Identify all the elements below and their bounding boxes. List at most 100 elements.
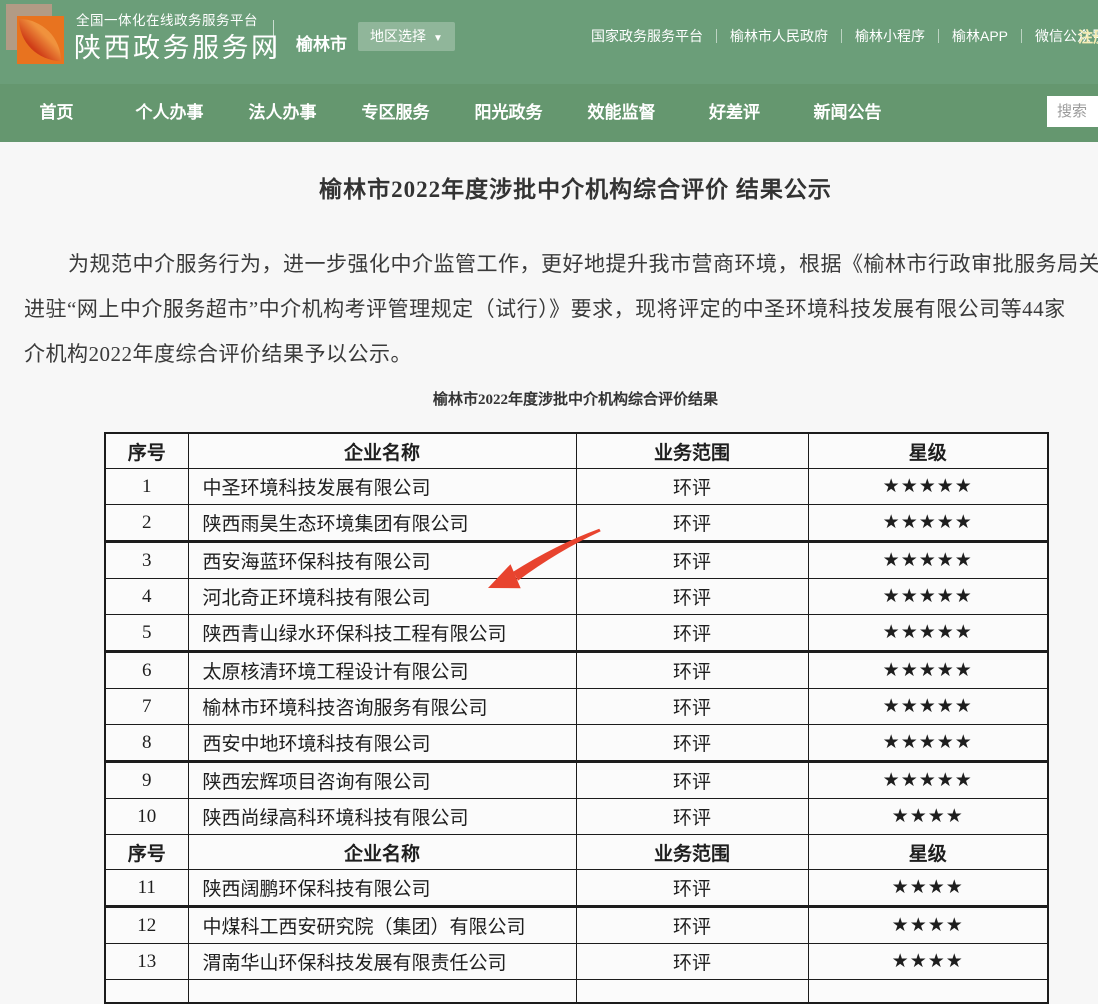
company-name: 河北奇正环境科技有限公司 — [188, 579, 576, 615]
header-divider — [273, 20, 274, 58]
star-rating: ★★★★ — [808, 870, 1048, 907]
table-row: 12中煤科工西安研究院（集团）有限公司环评★★★★ — [105, 907, 1048, 944]
top-link-4[interactable]: 榆林APP — [939, 26, 1021, 46]
company-name: 西安海蓝环保科技有限公司 — [188, 542, 576, 579]
business-scope: 环评 — [576, 799, 808, 835]
column-header: 序号 — [105, 433, 188, 469]
table-row: 11陕西阔鹏环保科技有限公司环评★★★★ — [105, 870, 1048, 907]
business-scope: 环评 — [576, 615, 808, 652]
nav-item-7[interactable]: 好差评 — [678, 84, 791, 142]
results-table-wrap: 序号企业名称业务范围星级1中圣环境科技发展有限公司环评★★★★★2陕西雨昊生态环… — [104, 432, 1047, 1004]
results-table: 序号企业名称业务范围星级1中圣环境科技发展有限公司环评★★★★★2陕西雨昊生态环… — [104, 432, 1049, 1004]
star-rating: ★★★★★ — [808, 505, 1048, 542]
star-rating: ★★★★ — [808, 907, 1048, 944]
row-number: 5 — [105, 615, 188, 652]
row-number: 12 — [105, 907, 188, 944]
company-name: 渭南华山环保科技发展有限责任公司 — [188, 944, 576, 980]
nav-item-6[interactable]: 效能监督 — [565, 84, 678, 142]
row-number: 8 — [105, 725, 188, 762]
star-rating: ★★★★ — [808, 944, 1048, 980]
table-row: 7榆林市环境科技咨询服务有限公司环评★★★★★ — [105, 689, 1048, 725]
table-header-row: 序号企业名称业务范围星级 — [105, 835, 1048, 870]
announcement-document: 榆林市2022年度涉批中介机构综合评价 结果公示 为规范中介服务行为，进一步强化… — [0, 142, 1098, 947]
register-link[interactable]: 注册 — [1078, 26, 1098, 47]
row-number: 9 — [105, 762, 188, 799]
company-name: 榆林市环境科技咨询服务有限公司 — [188, 689, 576, 725]
top-link-1[interactable]: 国家政务服务平台 — [578, 26, 716, 46]
results-table-body: 序号企业名称业务范围星级1中圣环境科技发展有限公司环评★★★★★2陕西雨昊生态环… — [105, 433, 1048, 1003]
paragraph-line: 进驻“网上中介服务超市”中介机构考评管理规定（试行）》要求，现将评定的中圣环境科… — [24, 287, 1098, 332]
top-link-2[interactable]: 榆林市人民政府 — [717, 26, 841, 46]
region-select-label: 地区选择 — [370, 28, 426, 44]
current-city-label: 榆林市 — [296, 30, 347, 55]
nav-item-3[interactable]: 法人办事 — [226, 84, 339, 142]
announcement-paragraph: 为规范中介服务行为，进一步强化中介监管工作，更好地提升我市营商环境，根据《榆林市… — [24, 242, 1098, 377]
table-row: 13渭南华山环保科技发展有限责任公司环评★★★★ — [105, 944, 1048, 980]
star-rating: ★★★★★ — [808, 725, 1048, 762]
business-scope: 环评 — [576, 762, 808, 799]
column-header: 业务范围 — [576, 433, 808, 469]
nav-item-5[interactable]: 阳光政务 — [452, 84, 565, 142]
site-name: 陕西政务服务网 — [74, 26, 281, 65]
logo-leaf-icon — [19, 19, 61, 61]
row-number: 3 — [105, 542, 188, 579]
company-name: 中煤科工西安研究院（集团）有限公司 — [188, 907, 576, 944]
business-scope: 环评 — [576, 469, 808, 505]
row-number: 2 — [105, 505, 188, 542]
site-logo-icon — [6, 4, 64, 64]
region-select-button[interactable]: 地区选择 ▼ — [358, 22, 455, 51]
business-scope: 环评 — [576, 505, 808, 542]
company-name: 西安中地环境科技有限公司 — [188, 725, 576, 762]
column-header: 业务范围 — [576, 835, 808, 870]
caret-down-icon: ▼ — [433, 33, 443, 44]
company-name: 陕西雨昊生态环境集团有限公司 — [188, 505, 576, 542]
column-header: 企业名称 — [188, 433, 576, 469]
table-row: 8西安中地环境科技有限公司环评★★★★★ — [105, 725, 1048, 762]
row-number: 10 — [105, 799, 188, 835]
company-name: 太原核清环境工程设计有限公司 — [188, 652, 576, 689]
star-rating: ★★★★★ — [808, 542, 1048, 579]
business-scope: 环评 — [576, 907, 808, 944]
business-scope: 环评 — [576, 579, 808, 615]
row-number: 1 — [105, 469, 188, 505]
paragraph-line: 介机构2022年度综合评价结果予以公示。 — [24, 332, 1098, 377]
table-header-row: 序号企业名称业务范围星级 — [105, 433, 1048, 469]
top-link-3[interactable]: 榆林小程序 — [842, 26, 938, 46]
top-links: 国家政务服务平台榆林市人民政府榆林小程序榆林APP微信公众号 — [578, 26, 1098, 46]
row-number: 7 — [105, 689, 188, 725]
company-name: 陕西青山绿水环保科技工程有限公司 — [188, 615, 576, 652]
column-header: 序号 — [105, 835, 188, 870]
table-row: 10陕西尚绿高科环境科技有限公司环评★★★★ — [105, 799, 1048, 835]
company-name: 陕西尚绿高科环境科技有限公司 — [188, 799, 576, 835]
business-scope: 环评 — [576, 944, 808, 980]
table-row: 1中圣环境科技发展有限公司环评★★★★★ — [105, 469, 1048, 505]
business-scope: 环评 — [576, 870, 808, 907]
star-rating: ★★★★★ — [808, 652, 1048, 689]
business-scope: 环评 — [576, 689, 808, 725]
company-name: 陕西宏辉项目咨询有限公司 — [188, 762, 576, 799]
nav-item-2[interactable]: 个人办事 — [113, 84, 226, 142]
top-header-bar: 全国一体化在线政务服务平台 陕西政务服务网 榆林市 地区选择▼ 国家政务服务平台… — [0, 0, 1098, 84]
main-nav-bar: 首页个人办事法人办事专区服务阳光政务效能监督好差评新闻公告 — [0, 84, 1098, 142]
row-number: 11 — [105, 870, 188, 907]
table-row: 3西安海蓝环保科技有限公司环评★★★★★ — [105, 542, 1048, 579]
star-rating: ★★★★ — [808, 799, 1048, 835]
nav-items: 首页个人办事法人办事专区服务阳光政务效能监督好差评新闻公告 — [0, 84, 904, 142]
nav-item-4[interactable]: 专区服务 — [339, 84, 452, 142]
column-header: 星级 — [808, 835, 1048, 870]
table-row: 9陕西宏辉项目咨询有限公司环评★★★★★ — [105, 762, 1048, 799]
business-scope: 环评 — [576, 652, 808, 689]
paragraph-line: 为规范中介服务行为，进一步强化中介监管工作，更好地提升我市营商环境，根据《榆林市… — [24, 242, 1098, 287]
row-number: 4 — [105, 579, 188, 615]
column-header: 企业名称 — [188, 835, 576, 870]
search-input[interactable] — [1047, 96, 1098, 127]
star-rating: ★★★★★ — [808, 579, 1048, 615]
business-scope: 环评 — [576, 725, 808, 762]
star-rating: ★★★★★ — [808, 762, 1048, 799]
row-number: 6 — [105, 652, 188, 689]
table-row: 2陕西雨昊生态环境集团有限公司环评★★★★★ — [105, 505, 1048, 542]
nav-item-8[interactable]: 新闻公告 — [791, 84, 904, 142]
table-row: 6太原核清环境工程设计有限公司环评★★★★★ — [105, 652, 1048, 689]
star-rating: ★★★★★ — [808, 689, 1048, 725]
nav-item-1[interactable]: 首页 — [0, 84, 113, 142]
